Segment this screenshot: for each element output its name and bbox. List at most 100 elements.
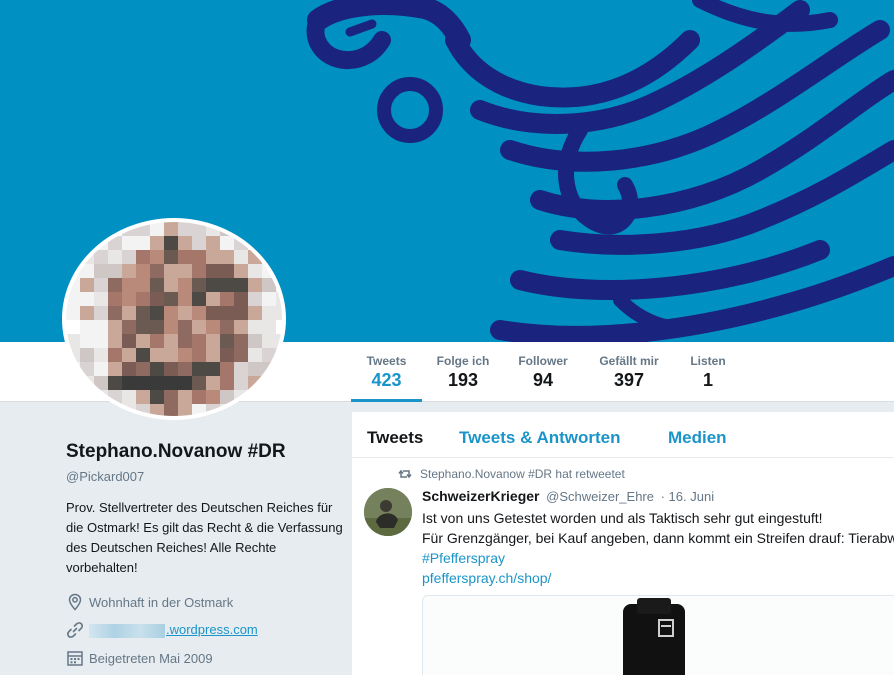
avatar-pixel [262, 334, 276, 348]
avatar-pixel [150, 264, 164, 278]
avatar-pixel [164, 376, 178, 390]
timeline-tabs: Tweets Tweets & Antworten Medien [352, 412, 894, 458]
tweet-link[interactable]: pfefferspray.ch/shop/ [422, 568, 894, 588]
avatar-pixel [94, 390, 108, 404]
stat-value: 94 [532, 370, 554, 390]
avatar-pixel [248, 390, 262, 404]
avatar-pixel [206, 320, 220, 334]
stat-likes[interactable]: Gefällt mir 397 [594, 354, 664, 402]
avatar-pixel [262, 278, 276, 292]
avatar-pixel [248, 376, 262, 390]
tweet-line: Für Grenzgänger, bei Kauf angeben, dann … [422, 530, 894, 546]
stat-followers[interactable]: Follower 94 [513, 354, 573, 402]
avatar-pixel [122, 376, 136, 390]
avatar-pixel [66, 320, 80, 334]
avatar-pixel [108, 264, 122, 278]
avatar-pixel [108, 222, 122, 236]
avatar-pixel [234, 348, 248, 362]
avatar-pixel [262, 264, 276, 278]
avatar-pixel [234, 222, 248, 236]
avatar-pixel [178, 362, 192, 376]
avatar-pixel [178, 390, 192, 404]
stat-label: Tweets [366, 354, 407, 368]
avatar-pixel [66, 306, 80, 320]
tweet-author-handle[interactable]: @Schweizer_Ehre [546, 489, 654, 504]
avatar-pixel [108, 278, 122, 292]
avatar-pixel [234, 306, 248, 320]
avatar-pixel [220, 292, 234, 306]
retweet-label[interactable]: Stephano.Novanow #DR hat retweetet [420, 467, 625, 481]
avatar-pixel [192, 334, 206, 348]
avatar-pixel [122, 222, 136, 236]
avatar-pixel [164, 278, 178, 292]
website-link[interactable]: .wordpress.com [89, 622, 258, 638]
avatar-pixel [178, 320, 192, 334]
avatar-pixel [108, 362, 122, 376]
avatar-pixel [220, 222, 234, 236]
profile-sidebar: Stephano.Novanow #DR @Pickard007 Prov. S… [0, 403, 352, 675]
avatar-pixel [108, 376, 122, 390]
avatar-pixel [122, 306, 136, 320]
calendar-icon [67, 651, 83, 666]
avatar-pixel [80, 362, 94, 376]
avatar-pixel [206, 362, 220, 376]
avatar-pixel [164, 348, 178, 362]
profile-name[interactable]: Stephano.Novanow #DR [66, 441, 286, 463]
stat-following[interactable]: Folge ich 193 [432, 354, 494, 402]
avatar-pixel [150, 278, 164, 292]
tab-media[interactable]: Medien [668, 428, 727, 448]
tweet-author-avatar[interactable] [364, 488, 412, 536]
avatar-pixel [136, 320, 150, 334]
tweet-hashtag[interactable]: #Pfefferspray [422, 548, 894, 568]
avatar-pixel [262, 348, 276, 362]
avatar-pixel [136, 376, 150, 390]
avatar-pixel [164, 250, 178, 264]
stat-lists[interactable]: Listen 1 [686, 354, 730, 402]
avatar-pixel [136, 264, 150, 278]
stat-tweets[interactable]: Tweets 423 [351, 354, 422, 402]
tweet-date[interactable]: · 16. Juni [661, 489, 714, 504]
avatar-pixel [94, 320, 108, 334]
profile-joined: Beigetreten Mai 2009 [66, 649, 213, 667]
avatar-pixel [150, 390, 164, 404]
avatar-pixel [206, 222, 220, 236]
avatar-pixel [206, 278, 220, 292]
avatar-pixel [80, 320, 94, 334]
avatar-pixel [206, 390, 220, 404]
tab-tweets[interactable]: Tweets [367, 428, 423, 448]
avatar-pixel [80, 278, 94, 292]
joined-text: Beigetreten Mai 2009 [89, 650, 213, 666]
avatar-pixel [206, 376, 220, 390]
avatar-pixel [192, 348, 206, 362]
avatar-pixel [150, 250, 164, 264]
avatar-pixel [220, 390, 234, 404]
avatar-pixel [94, 250, 108, 264]
avatar-pixel [220, 376, 234, 390]
avatar-pixel [262, 222, 276, 236]
avatar-pixel [108, 320, 122, 334]
avatar-pixel [234, 264, 248, 278]
avatar-pixel [178, 306, 192, 320]
tab-tweets-replies[interactable]: Tweets & Antworten [459, 428, 621, 448]
avatar-pixel [164, 236, 178, 250]
stat-value: 1 [702, 370, 713, 390]
profile-avatar[interactable] [62, 218, 286, 420]
tweet-line: Ist von uns Getestet worden und als Takt… [422, 510, 823, 526]
avatar-pixel [234, 292, 248, 306]
avatar-pixel [80, 236, 94, 250]
avatar-pixel [122, 236, 136, 250]
avatar-pixel [122, 264, 136, 278]
avatar-pixel [136, 278, 150, 292]
avatar-pixel [80, 334, 94, 348]
avatar-pixel [178, 376, 192, 390]
avatar-pixel [178, 334, 192, 348]
avatar-pixel [122, 390, 136, 404]
tweet-media-card[interactable] [422, 595, 894, 675]
avatar-pixel [220, 264, 234, 278]
avatar-pixel [248, 362, 262, 376]
avatar-pixel [262, 236, 276, 250]
avatar-pixel [220, 236, 234, 250]
avatar-pixel [80, 250, 94, 264]
avatar-pixel [150, 236, 164, 250]
tweet-author-name[interactable]: SchweizerKrieger [422, 488, 540, 504]
